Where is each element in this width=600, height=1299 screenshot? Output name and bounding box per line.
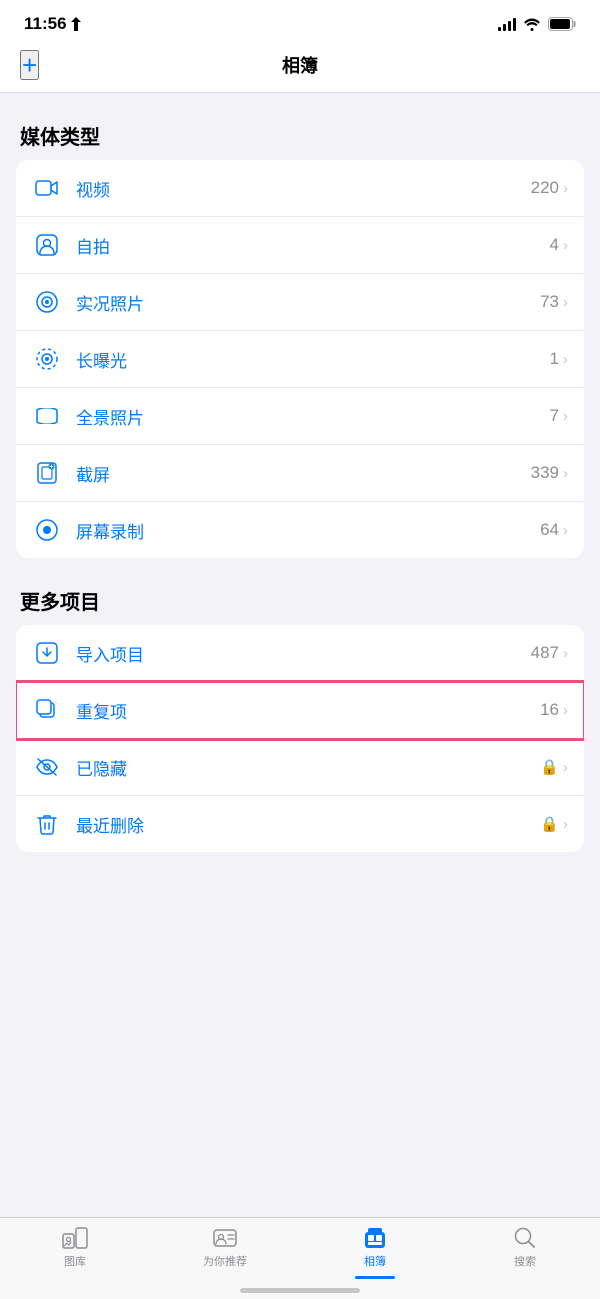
selfie-icon <box>32 230 62 260</box>
status-time: 11:56 <box>24 14 81 34</box>
section-more-items: 更多项目 导入项目 487 › 重复项 <box>0 586 600 852</box>
section-header-media-types: 媒体类型 <box>0 121 600 160</box>
location-icon <box>71 17 81 31</box>
list-item-longexposure[interactable]: 长曝光 1 › <box>16 331 584 388</box>
import-right: 487 › <box>531 643 568 663</box>
media-types-list: 视频 220 › 自拍 4 › <box>16 160 584 558</box>
recentlydeleted-label: 最近删除 <box>76 812 540 837</box>
video-icon <box>32 173 62 203</box>
panorama-label: 全景照片 <box>76 404 550 429</box>
selfie-label: 自拍 <box>76 233 550 258</box>
tab-library[interactable]: 图库 <box>0 1226 150 1279</box>
longexposure-count: 1 <box>550 349 559 369</box>
section-media-types: 媒体类型 视频 220 › <box>0 121 600 558</box>
wifi-icon <box>523 17 541 31</box>
longexposure-icon <box>32 344 62 374</box>
import-label: 导入项目 <box>76 641 531 666</box>
hidden-lock-icon: 🔒 <box>540 758 559 776</box>
screenrecord-count: 64 <box>540 520 559 540</box>
foryou-tab-label: 为你推荐 <box>203 1253 247 1269</box>
import-icon <box>32 638 62 668</box>
import-chevron: › <box>563 645 568 662</box>
add-album-button[interactable]: + <box>20 50 39 80</box>
time-label: 11:56 <box>24 14 67 34</box>
tab-foryou[interactable]: 为你推荐 <box>150 1226 300 1279</box>
albums-tab-active-bar <box>355 1276 395 1279</box>
live-count: 73 <box>540 292 559 312</box>
list-item-selfie[interactable]: 自拍 4 › <box>16 217 584 274</box>
list-item-recentlydeleted[interactable]: 最近删除 🔒 › <box>16 796 584 852</box>
video-chevron: › <box>563 180 568 197</box>
list-item-screenshot[interactable]: 截屏 339 › <box>16 445 584 502</box>
screenshot-count: 339 <box>531 463 559 483</box>
live-chevron: › <box>563 294 568 311</box>
albums-tab-icon <box>361 1226 389 1250</box>
list-item-import[interactable]: 导入项目 487 › <box>16 625 584 682</box>
video-right: 220 › <box>531 178 568 198</box>
albums-tab-label: 相簿 <box>364 1253 386 1269</box>
duplicates-icon <box>32 695 62 725</box>
live-right: 73 › <box>540 292 568 312</box>
screenshot-chevron: › <box>563 465 568 482</box>
longexposure-right: 1 › <box>550 349 568 369</box>
nav-bar: + 相簿 <box>0 42 600 93</box>
list-item-live[interactable]: 实况照片 73 › <box>16 274 584 331</box>
longexposure-label: 长曝光 <box>76 347 550 372</box>
status-icons <box>498 17 576 31</box>
section-header-more-items: 更多项目 <box>0 586 600 625</box>
list-item-panorama[interactable]: 全景照片 7 › <box>16 388 584 445</box>
recentlydeleted-lock-icon: 🔒 <box>540 815 559 833</box>
hidden-icon <box>32 752 62 782</box>
hidden-label: 已隐藏 <box>76 755 540 780</box>
screenrecord-chevron: › <box>563 522 568 539</box>
screenrecord-icon <box>32 515 62 545</box>
foryou-tab-icon <box>211 1226 239 1250</box>
duplicates-label: 重复项 <box>76 698 540 723</box>
list-item-hidden[interactable]: 已隐藏 🔒 › <box>16 739 584 796</box>
duplicates-chevron: › <box>563 702 568 719</box>
screenrecord-right: 64 › <box>540 520 568 540</box>
home-indicator <box>240 1288 360 1293</box>
import-count: 487 <box>531 643 559 663</box>
selfie-right: 4 › <box>550 235 568 255</box>
panorama-right: 7 › <box>550 406 568 426</box>
hidden-right: 🔒 › <box>540 758 568 776</box>
longexposure-chevron: › <box>563 351 568 368</box>
screenshot-icon <box>32 458 62 488</box>
screenshot-right: 339 › <box>531 463 568 483</box>
tab-bar: 图库 为你推荐 相簿 <box>0 1217 600 1299</box>
list-item-screenrecord[interactable]: 屏幕录制 64 › <box>16 502 584 558</box>
screenshot-label: 截屏 <box>76 461 531 486</box>
status-bar: 11:56 <box>0 0 600 42</box>
more-items-list: 导入项目 487 › 重复项 16 › <box>16 625 584 852</box>
video-count: 220 <box>531 178 559 198</box>
library-tab-label: 图库 <box>64 1253 86 1269</box>
tab-albums[interactable]: 相簿 <box>300 1226 450 1279</box>
duplicates-count: 16 <box>540 700 559 720</box>
live-label: 实况照片 <box>76 290 540 315</box>
recentlydeleted-right: 🔒 › <box>540 815 568 833</box>
panorama-icon <box>32 401 62 431</box>
tab-search[interactable]: 搜索 <box>450 1226 600 1279</box>
signal-icon <box>498 17 516 31</box>
nav-title: 相簿 <box>282 52 318 78</box>
battery-icon <box>548 17 576 31</box>
screenrecord-label: 屏幕录制 <box>76 518 540 543</box>
selfie-chevron: › <box>563 237 568 254</box>
panorama-chevron: › <box>563 408 568 425</box>
recentlydeleted-chevron: › <box>563 816 568 833</box>
list-item-video[interactable]: 视频 220 › <box>16 160 584 217</box>
panorama-count: 7 <box>550 406 559 426</box>
search-tab-label: 搜索 <box>514 1253 536 1269</box>
recentlydeleted-icon <box>32 809 62 839</box>
library-tab-icon <box>61 1226 89 1250</box>
duplicates-right: 16 › <box>540 700 568 720</box>
live-icon <box>32 287 62 317</box>
hidden-chevron: › <box>563 759 568 776</box>
video-label: 视频 <box>76 176 531 201</box>
search-tab-icon <box>511 1226 539 1250</box>
list-item-duplicates[interactable]: 重复项 16 › <box>16 682 584 739</box>
selfie-count: 4 <box>550 235 559 255</box>
